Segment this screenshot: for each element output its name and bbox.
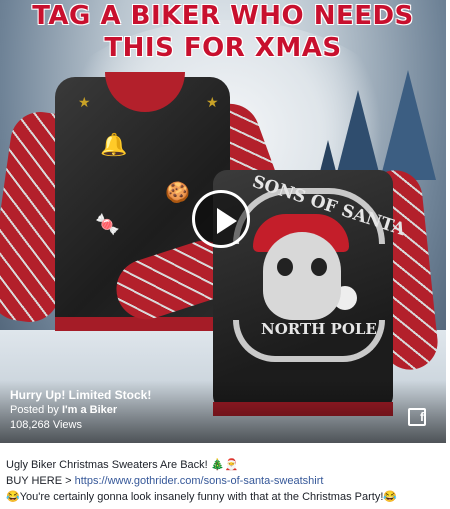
laughing-emoji-icon: 😂 [6,491,20,503]
video-post-card: TAG A BIKER WHO NEEDS THIS FOR XMAS ★ ★ … [0,0,450,509]
laughing-emoji-icon: 😂 [383,491,398,503]
play-button[interactable] [192,190,250,248]
posted-by: Posted by I'm a Biker [10,404,117,416]
buy-here-label: BUY HERE > [6,475,72,487]
view-count: 108,268 Views [10,419,82,431]
caption-line-2: BUY HERE > https://www.gothrider.com/son… [6,473,446,489]
facebook-icon[interactable]: f [408,408,426,426]
tree-santa-emoji-icon: 🎄🎅 [210,459,239,471]
posted-by-prefix: Posted by [10,404,59,416]
poster-name-link[interactable]: I'm a Biker [62,404,117,416]
patch-bottom-text: NORTH POLE [261,320,377,338]
video-title: Hurry Up! Limited Stock! [10,388,152,402]
caption-line-3: 😂You're certainly gonna look insanely fu… [6,489,446,505]
post-caption: Ugly Biker Christmas Sweaters Are Back! … [6,457,446,505]
caption-line-1: Ugly Biker Christmas Sweaters Are Back! … [6,457,446,473]
product-link[interactable]: https://www.gothrider.com/sons-of-santa-… [75,475,324,487]
pine-tree-decoration [380,70,436,180]
video-player[interactable]: TAG A BIKER WHO NEEDS THIS FOR XMAS ★ ★ … [0,0,446,443]
video-headline: TAG A BIKER WHO NEEDS THIS FOR XMAS [32,1,414,63]
play-icon [217,208,237,234]
caption-text-1: Ugly Biker Christmas Sweaters Are Back! [6,459,208,471]
caption-text-3: You're certainly gonna look insanely fun… [19,491,384,503]
